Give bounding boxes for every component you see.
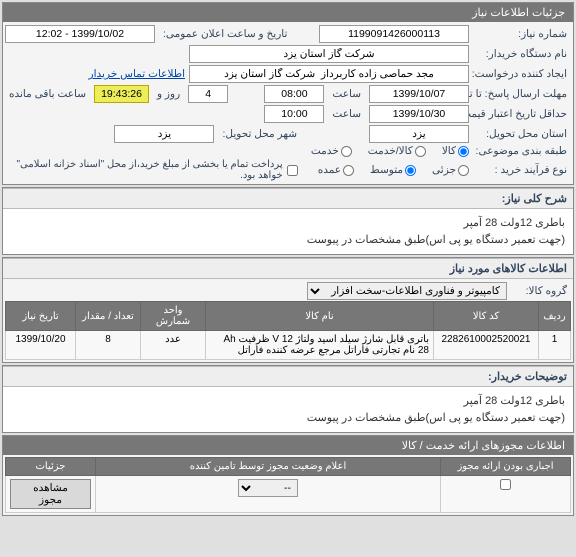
desc-line-2: (جهت تعمیر دستگاه یو پی اس)طبق مشخصات در… bbox=[11, 232, 565, 249]
goods-table: ردیف کد کالا نام کالا واحد شمارش تعداد /… bbox=[5, 301, 571, 360]
section-goods-body: گروه کالا: کامپیوتر و فناوری اطلاعات-سخت… bbox=[3, 279, 573, 362]
radio-service[interactable]: خدمت bbox=[311, 145, 352, 157]
radio-service-label: خدمت bbox=[311, 145, 339, 157]
cell-status-announce: -- bbox=[96, 476, 441, 513]
radio-large-input[interactable] bbox=[343, 165, 354, 176]
panel-goods-info: اطلاعات کالاهای مورد نیاز گروه کالا: کام… bbox=[2, 257, 574, 363]
cell-code: 2282610002520021 bbox=[434, 331, 539, 360]
view-permit-button[interactable]: مشاهده مجوز bbox=[10, 479, 91, 509]
section-goods-title: اطلاعات کالاهای مورد نیاز bbox=[3, 258, 573, 279]
section-desc-title: شرح کلی نیاز: bbox=[3, 188, 573, 209]
radio-goods-service-label: کالا/خدمت bbox=[368, 145, 413, 157]
field-deadline-time[interactable] bbox=[264, 85, 324, 103]
radio-goods[interactable]: کالا bbox=[442, 145, 469, 157]
panel-need-details-header: جزئیات اطلاعات نیاز bbox=[3, 3, 573, 22]
field-days-left[interactable] bbox=[188, 85, 228, 103]
label-goods-group: گروه کالا: bbox=[511, 285, 571, 297]
panel-permits-header: اطلاعات مجوزهای ارائه خدمت / کالا bbox=[3, 436, 573, 455]
table-row: 1 2282610002520021 باتری قابل شارژ سیلد … bbox=[6, 331, 571, 360]
label-requester: ایجاد کننده درخواست: bbox=[473, 68, 571, 80]
label-city: شهر محل تحویل: bbox=[218, 128, 301, 140]
radio-small-input[interactable] bbox=[458, 165, 469, 176]
radio-medium-input[interactable] bbox=[405, 165, 416, 176]
label-remaining: ساعت باقی مانده bbox=[5, 88, 90, 100]
radio-large[interactable]: عمده bbox=[318, 164, 354, 176]
buyer-note-line-1: باطری 12ولت 28 آمپر bbox=[11, 393, 565, 410]
th-mandatory: اجباری بودن ارائه مجوز bbox=[441, 458, 571, 476]
radio-service-input[interactable] bbox=[341, 146, 352, 157]
label-pub-datetime: تاریخ و ساعت اعلان عمومی: bbox=[159, 28, 291, 40]
label-time-1: ساعت bbox=[328, 88, 365, 100]
desc-line-1: باطری 12ولت 28 آمپر bbox=[11, 215, 565, 232]
label-time-2: ساعت bbox=[328, 108, 365, 120]
section-buyer-notes-body: باطری 12ولت 28 آمپر (جهت تعمیر دستگاه یو… bbox=[3, 387, 573, 432]
field-price-valid-date[interactable] bbox=[369, 105, 469, 123]
field-deadline-date[interactable] bbox=[369, 85, 469, 103]
radio-medium-label: متوسط bbox=[370, 164, 403, 176]
th-row: ردیف bbox=[539, 302, 571, 331]
cell-date: 1399/10/20 bbox=[6, 331, 76, 360]
radio-small-label: جزئی bbox=[432, 164, 456, 176]
section-buyer-notes-title: توضیحات خریدار: bbox=[3, 366, 573, 387]
select-status[interactable]: -- bbox=[238, 479, 298, 497]
cell-mandatory bbox=[441, 476, 571, 513]
radio-goods-service-input[interactable] bbox=[415, 146, 426, 157]
th-unit: واحد شمارش bbox=[141, 302, 206, 331]
field-buyer-org[interactable] bbox=[189, 45, 469, 63]
th-code: کد کالا bbox=[434, 302, 539, 331]
cell-unit: عدد bbox=[141, 331, 206, 360]
th-date: تاریخ نیاز bbox=[6, 302, 76, 331]
field-province[interactable] bbox=[369, 125, 469, 143]
label-need-no: شماره نیاز: bbox=[473, 28, 571, 40]
field-pub-datetime[interactable] bbox=[5, 25, 155, 43]
field-requester[interactable] bbox=[189, 65, 469, 83]
cell-details: مشاهده مجوز bbox=[6, 476, 96, 513]
radio-goods-input[interactable] bbox=[458, 146, 469, 157]
label-day-and: روز و bbox=[153, 88, 184, 100]
panel-buyer-notes: توضیحات خریدار: باطری 12ولت 28 آمپر (جهت… bbox=[2, 365, 574, 433]
permits-table: اجباری بودن ارائه مجوز اعلام وضعیت مجوز … bbox=[5, 457, 571, 513]
partial-payment-row: پرداخت تمام یا بخشی از مبلغ خرید،از محل … bbox=[5, 159, 298, 181]
radio-small[interactable]: جزئی bbox=[432, 164, 469, 176]
label-buy-process: نوع فرآیند خرید : bbox=[473, 164, 571, 176]
checkbox-partial-payment[interactable] bbox=[287, 165, 298, 176]
field-city[interactable] bbox=[114, 125, 214, 143]
select-goods-group[interactable]: کامپیوتر و فناوری اطلاعات-سخت افزار bbox=[307, 282, 507, 300]
cell-row: 1 bbox=[539, 331, 571, 360]
label-province: استان محل تحویل: bbox=[473, 128, 571, 140]
permits-row: -- مشاهده مجوز bbox=[6, 476, 571, 513]
panel-need-details-body: شماره نیاز: تاریخ و ساعت اعلان عمومی: نا… bbox=[3, 22, 573, 184]
field-price-valid-time[interactable] bbox=[264, 105, 324, 123]
th-name: نام کالا bbox=[206, 302, 434, 331]
panel-description: شرح کلی نیاز: باطری 12ولت 28 آمپر (جهت ت… bbox=[2, 187, 574, 255]
field-need-no[interactable] bbox=[319, 25, 469, 43]
th-status-announce: اعلام وضعیت مجوز توسط تامین کننده bbox=[96, 458, 441, 476]
cell-qty: 8 bbox=[76, 331, 141, 360]
label-budget-type: طبقه بندی موضوعی: bbox=[473, 145, 571, 157]
label-deadline: مهلت ارسال پاسخ: تا تاریخ: bbox=[473, 88, 571, 100]
radio-goods-service[interactable]: کالا/خدمت bbox=[368, 145, 426, 157]
radio-goods-label: کالا bbox=[442, 145, 456, 157]
section-desc-body: باطری 12ولت 28 آمپر (جهت تعمیر دستگاه یو… bbox=[3, 209, 573, 254]
countdown-box: 19:43:26 bbox=[94, 85, 149, 103]
label-buyer-org: نام دستگاه خریدار: bbox=[473, 48, 571, 60]
buyer-note-line-2: (جهت تعمیر دستگاه یو پی اس)طبق مشخصات در… bbox=[11, 410, 565, 427]
panel-permits: اطلاعات مجوزهای ارائه خدمت / کالا اجباری… bbox=[2, 435, 574, 516]
link-contact-info[interactable]: اطلاعات تماس خریدار bbox=[89, 68, 185, 80]
cell-name: باتری قابل شارژ سیلد اسید ولتاژ V 12 ظرف… bbox=[206, 331, 434, 360]
panel-permits-body: اجباری بودن ارائه مجوز اعلام وضعیت مجوز … bbox=[3, 455, 573, 515]
th-details: جزئیات bbox=[6, 458, 96, 476]
label-price-valid: حداقل تاریخ اعتبار قیمت: تا تاریخ: bbox=[473, 108, 571, 120]
radio-large-label: عمده bbox=[318, 164, 341, 176]
checkbox-mandatory[interactable] bbox=[500, 479, 511, 490]
th-qty: تعداد / مقدار bbox=[76, 302, 141, 331]
panel-need-details: جزئیات اطلاعات نیاز شماره نیاز: تاریخ و … bbox=[2, 2, 574, 185]
label-partial-payment: پرداخت تمام یا بخشی از مبلغ خرید،از محل … bbox=[5, 159, 283, 181]
radio-medium[interactable]: متوسط bbox=[370, 164, 416, 176]
